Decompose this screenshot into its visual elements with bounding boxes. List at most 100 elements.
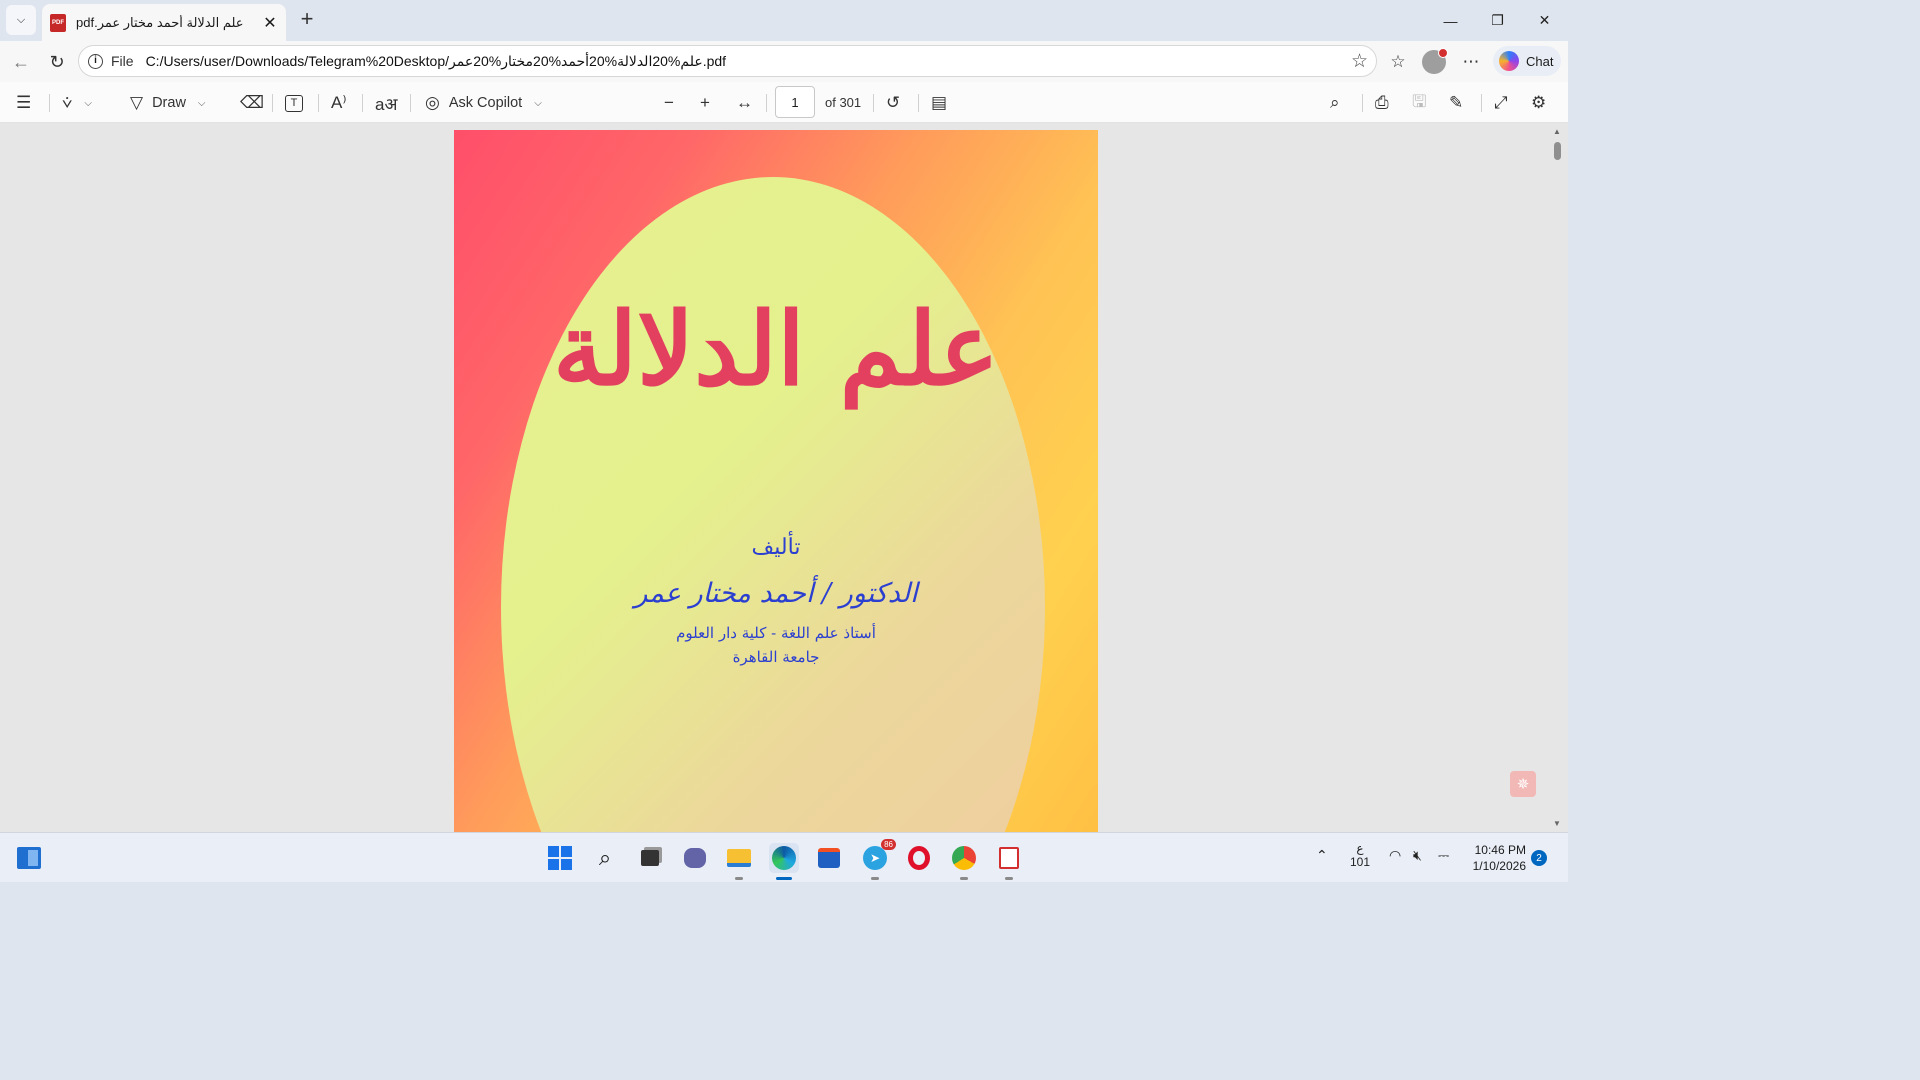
back-button[interactable]: ← xyxy=(8,49,34,75)
taskbar-app-chrome[interactable] xyxy=(949,843,979,880)
url-text[interactable]: C:/Users/user/Downloads/Telegram%20Deskt… xyxy=(146,53,726,70)
acrobat-icon[interactable]: ✵ xyxy=(1510,771,1536,797)
eraser-icon: ⌫ xyxy=(240,93,265,112)
windows-logo-icon xyxy=(548,846,572,870)
wifi-icon[interactable]: ◠ xyxy=(1389,847,1401,864)
more-options-button[interactable]: ⋯ xyxy=(1458,49,1484,75)
divider xyxy=(1481,94,1482,112)
taskbar-app-teams[interactable] xyxy=(680,843,710,873)
chat-label: Chat xyxy=(1526,53,1554,69)
edge-icon xyxy=(772,846,796,870)
widgets-icon xyxy=(17,847,41,869)
running-indicator xyxy=(960,877,968,880)
taskbar-app-opera[interactable] xyxy=(904,843,934,873)
tab-active[interactable]: PDF علم الدلالة أحمد مختار عمر.pdf ✕ xyxy=(42,4,286,41)
rotate-button[interactable]: ↺ xyxy=(886,90,900,116)
close-window-button[interactable]: ✕ xyxy=(1521,0,1568,41)
zoom-in-button[interactable]: + xyxy=(700,90,710,116)
scroll-down-arrow-icon[interactable]: ▼ xyxy=(1553,819,1561,828)
pdf-settings-button[interactable]: ⚙ xyxy=(1531,90,1546,116)
page-number-input[interactable]: 1 xyxy=(775,86,815,118)
chevron-down-icon[interactable]: ⌵ xyxy=(198,98,206,109)
print-button[interactable]: ⎙ xyxy=(1375,90,1389,116)
taskbar-app-store[interactable] xyxy=(814,843,844,873)
clock[interactable]: 10:46 PM 1/10/2026 xyxy=(1470,842,1526,874)
expand-icon: ⤢ xyxy=(1494,93,1508,112)
folder-icon xyxy=(727,849,751,867)
author-position: أستاذ علم اللغة - كلية دار العلوم xyxy=(676,624,876,642)
author-intro: تأليف xyxy=(751,535,801,560)
info-icon[interactable]: i xyxy=(88,53,103,69)
divider xyxy=(318,94,319,112)
chevron-down-icon[interactable]: ⌵ xyxy=(84,98,92,109)
chevron-down-icon[interactable]: ⌵ xyxy=(534,98,542,109)
new-tab-button[interactable]: + xyxy=(295,8,319,32)
scroll-up-arrow-icon[interactable]: ▲ xyxy=(1553,127,1561,136)
plus-icon: + xyxy=(700,93,710,112)
draw-button[interactable]: ▽ Draw ⌵ xyxy=(130,90,206,116)
page-view-icon: ▤ xyxy=(931,93,948,112)
taskbar-app-edge[interactable] xyxy=(769,843,799,880)
refresh-button[interactable]: ↻ xyxy=(44,49,70,75)
save-button[interactable]: 🖫 xyxy=(1412,90,1426,116)
cover-title: علم الدلالة xyxy=(553,290,999,408)
read-aloud-button[interactable]: A⁾ xyxy=(331,90,347,116)
save-disk-icon: 🖫 xyxy=(1412,91,1427,111)
task-view-button[interactable] xyxy=(635,843,665,873)
erase-button[interactable]: ⌫ xyxy=(240,90,264,116)
opera-icon xyxy=(908,846,930,870)
tab-actions-menu-button[interactable]: ⌵ xyxy=(6,5,36,35)
copilot-icon xyxy=(1499,51,1519,71)
ask-copilot-button[interactable]: ◎ Ask Copilot ⌵ xyxy=(425,90,542,116)
favorites-list-icon: ☆ xyxy=(1390,52,1406,71)
save-as-icon: ✎ xyxy=(1449,93,1464,112)
page-view-button[interactable]: ▤ xyxy=(931,90,947,116)
full-screen-button[interactable]: ⤢ xyxy=(1494,90,1508,116)
minimize-button[interactable]: — xyxy=(1427,0,1474,41)
scrollbar-thumb[interactable] xyxy=(1554,142,1561,160)
widgets-button[interactable] xyxy=(14,843,44,873)
fit-to-width-button[interactable]: ↔ xyxy=(736,90,753,116)
copilot-chat-button[interactable]: Chat xyxy=(1493,46,1561,76)
zoom-out-button[interactable]: − xyxy=(664,90,674,116)
contents-button[interactable]: ☰ xyxy=(16,90,31,116)
taskbar-app-pdf-reader[interactable] xyxy=(994,843,1024,880)
running-indicator xyxy=(871,877,879,880)
tab-title: علم الدلالة أحمد مختار عمر.pdf xyxy=(76,14,244,30)
profile-avatar[interactable] xyxy=(1422,48,1448,74)
title-bar: ⌵ PDF علم الدلالة أحمد مختار عمر.pdf ✕ +… xyxy=(0,0,1568,41)
pdf-toolbar: ☰ ⩒ ⌵ ▽ Draw ⌵ ⌫ T A⁾ aअ ◎ Ask Copilot ⌵… xyxy=(0,82,1568,123)
taskbar-app-telegram[interactable]: ➤ 86 xyxy=(860,839,896,880)
speaker-muted-icon[interactable]: 🔇︎ xyxy=(1413,847,1422,864)
favorite-star-icon[interactable]: ☆ xyxy=(1351,50,1368,73)
pdf-viewer[interactable]: علم الدلالة تأليف الدكتور / أحمد مختار ع… xyxy=(0,123,1568,832)
highlight-button[interactable]: ⩒ ⌵ xyxy=(62,90,92,116)
ellipsis-icon: ⋯ xyxy=(1462,52,1480,71)
taskbar-app-file-explorer[interactable] xyxy=(724,843,754,880)
battery-icon[interactable]: ⎓ xyxy=(1438,847,1449,864)
translate-button[interactable]: aअ xyxy=(375,90,397,116)
minus-icon: − xyxy=(664,93,674,112)
printer-icon: ⎙ xyxy=(1375,93,1389,112)
task-view-icon xyxy=(641,850,659,866)
notification-count-badge[interactable]: 2 xyxy=(1531,850,1547,866)
divider xyxy=(49,94,50,112)
taskbar: ⌕ ➤ 86 ⌃ ع 101 ◠ 🔇︎ ⎓ 10:46 PM 1/10/2026… xyxy=(0,832,1568,882)
show-hidden-icons-button[interactable]: ⌃ xyxy=(1316,847,1328,864)
start-button[interactable] xyxy=(545,843,575,873)
author-university: جامعة القاهرة xyxy=(732,648,820,666)
tab-close-icon[interactable]: ✕ xyxy=(262,13,278,33)
find-button[interactable]: ⌕ xyxy=(1330,90,1340,116)
address-field[interactable]: i File C:/Users/user/Downloads/Telegram%… xyxy=(78,45,1377,77)
restore-button[interactable]: ❐ xyxy=(1474,0,1521,41)
add-text-button[interactable]: T xyxy=(285,90,303,116)
favorites-button[interactable]: ☆ xyxy=(1385,49,1411,75)
search-button[interactable]: ⌕ xyxy=(590,843,620,873)
save-as-button[interactable]: ✎ xyxy=(1449,90,1463,116)
rotate-icon: ↺ xyxy=(886,93,901,112)
vertical-scrollbar[interactable]: ▲ ▼ xyxy=(1551,123,1563,832)
divider xyxy=(1362,94,1363,112)
divider xyxy=(362,94,363,112)
input-language-indicator[interactable]: ع 101 xyxy=(1350,841,1370,869)
pdf-reader-icon xyxy=(999,847,1019,869)
